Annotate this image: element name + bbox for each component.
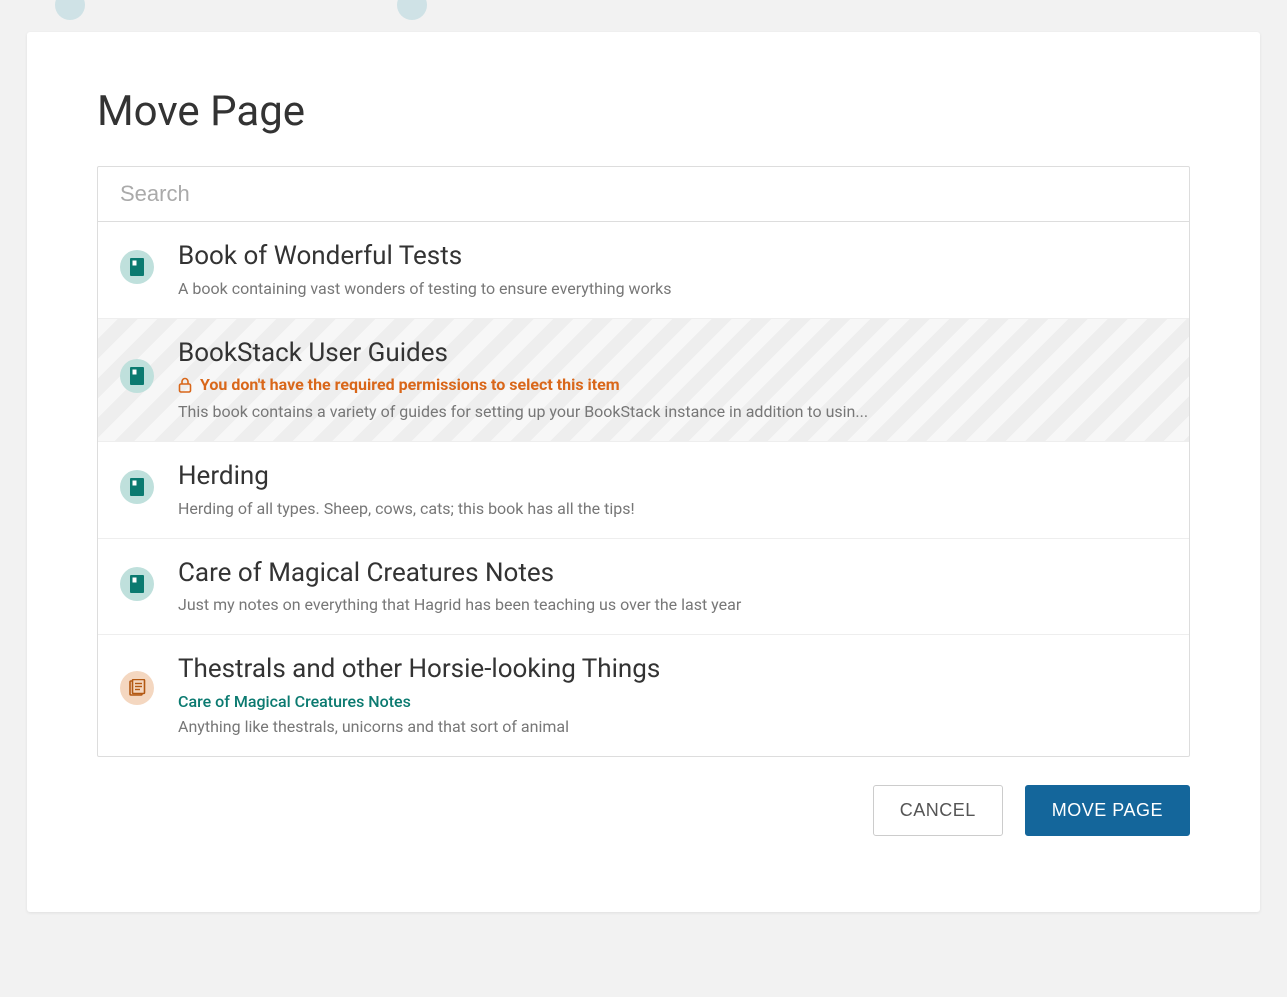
picker-item-desc: Just my notes on everything that Hagrid … [178,595,1167,614]
picker-item-desc: Anything like thestrals, unicorns and th… [178,717,1167,736]
move-page-button[interactable]: MOVE PAGE [1025,785,1190,836]
picker-item-desc: Herding of all types. Sheep, cows, cats;… [178,499,1167,518]
search-input[interactable] [98,167,1189,221]
picker-item-title: Herding [178,460,1167,493]
picker-item-title: Book of Wonderful Tests [178,240,1167,273]
breadcrumb-icon [55,0,85,20]
cancel-button[interactable]: CANCEL [873,785,1003,836]
picker-item-book[interactable]: Care of Magical Creatures Notes Just my … [98,539,1189,636]
picker-item-book-disabled: BookStack User Guides You don't have the… [98,319,1189,443]
picker-item-title: Thestrals and other Horsie-looking Thing… [178,653,1167,686]
book-icon [120,567,154,601]
chapter-icon [120,671,154,705]
picker-item-chapter[interactable]: Thestrals and other Horsie-looking Thing… [98,635,1189,756]
book-icon [120,359,154,393]
breadcrumb [27,0,1260,32]
picker-item-book[interactable]: Book of Wonderful Tests A book containin… [98,222,1189,319]
entity-picker: Book of Wonderful Tests A book containin… [97,166,1190,757]
book-icon [120,250,154,284]
picker-item-book[interactable]: Herding Herding of all types. Sheep, cow… [98,442,1189,539]
move-page-card: Move Page Book of Wonderful Tests [27,32,1260,912]
book-icon [120,470,154,504]
lock-icon [178,377,192,393]
permission-warning-text: You don't have the required permissions … [200,375,620,394]
picker-item-desc: A book containing vast wonders of testin… [178,279,1167,298]
page-title: Move Page [97,87,1190,136]
picker-item-title: BookStack User Guides [178,337,1167,370]
picker-item-desc: This book contains a variety of guides f… [178,402,1167,421]
picker-item-parent: Care of Magical Creatures Notes [178,692,1167,711]
picker-item-title: Care of Magical Creatures Notes [178,557,1167,590]
breadcrumb-icon [397,0,427,20]
permission-warning: You don't have the required permissions … [178,375,1167,394]
